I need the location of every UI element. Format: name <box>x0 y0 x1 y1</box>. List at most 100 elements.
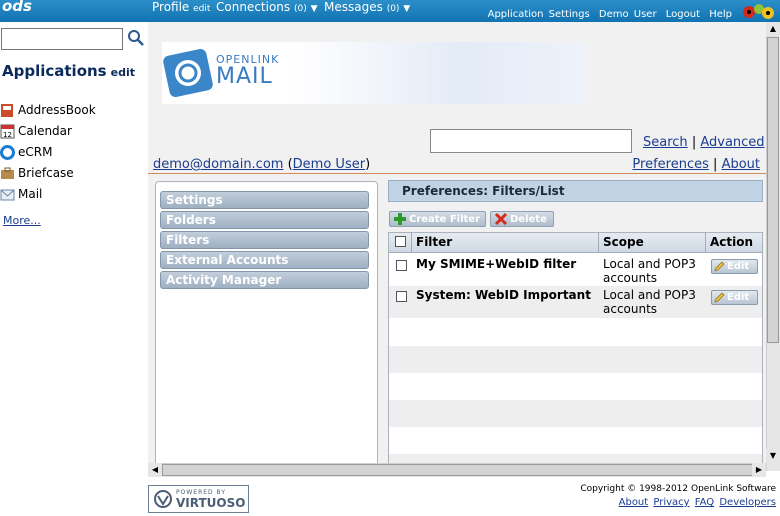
table-row[interactable]: My SMIME+WebID filter Local and POP3 acc… <box>389 254 762 286</box>
edit-button[interactable]: Edit <box>711 290 758 305</box>
footer-links: About Privacy FAQ Developers <box>619 497 776 508</box>
table-row[interactable]: System: WebID Important Local and POP3 a… <box>389 286 762 318</box>
filters-table: Filter Scope Action My SMIME+WebID filte… <box>388 232 763 463</box>
row-checkbox[interactable] <box>396 291 407 302</box>
top-bar: ods Profile edit Connections (0) ▼ Messa… <box>0 0 780 22</box>
scroll-up-arrow-icon[interactable]: ▲ <box>766 22 780 36</box>
filter-name[interactable]: System: WebID Important <box>416 288 591 302</box>
app-search-input[interactable] <box>1 28 123 50</box>
footer-faq-link[interactable]: FAQ <box>695 497 714 508</box>
column-header-scope[interactable]: Scope <box>599 233 706 253</box>
panel-title: Preferences: Filters/List <box>388 180 763 202</box>
app-item-mail[interactable]: Mail <box>0 186 42 202</box>
application-settings-link[interactable]: Application Settings <box>488 9 590 20</box>
select-all-checkbox[interactable] <box>395 236 406 247</box>
paren-close: ) <box>365 157 371 172</box>
footer-developers-link[interactable]: Developers <box>719 497 776 508</box>
nav-activity-manager[interactable]: Activity Manager <box>160 271 369 289</box>
chevron-down-icon[interactable]: ▼ <box>311 4 318 14</box>
about-link[interactable]: About <box>722 157 760 172</box>
user-email-link[interactable]: demo@domain.com <box>153 157 283 172</box>
delete-x-icon <box>494 212 508 226</box>
create-filter-label: Create Filter <box>409 213 481 225</box>
main-content: OPENLINK MAIL Search | Advanced demo@dom… <box>148 22 766 463</box>
copyright: Copyright © 1998-2012 OpenLink Software <box>580 484 776 494</box>
edit-label: Edit <box>727 292 750 303</box>
scroll-left-arrow-icon[interactable]: ◀ <box>148 463 162 477</box>
bug-icon[interactable] <box>739 0 777 22</box>
delete-button[interactable]: Delete <box>490 211 554 227</box>
empty-row <box>389 346 762 373</box>
ecrm-icon <box>0 144 15 160</box>
app-item-calendar[interactable]: 12 Calendar <box>0 123 72 139</box>
profile-label[interactable]: Profile <box>152 0 189 14</box>
app-item-briefcase[interactable]: Briefcase <box>0 165 74 181</box>
nav-filters[interactable]: Filters <box>160 231 369 249</box>
footer: POWERED BY VIRTUOSO Copyright © 1998-201… <box>148 477 780 516</box>
advanced-search-link[interactable]: Advanced <box>700 135 764 150</box>
demo-user-link[interactable]: Demo User <box>599 9 657 20</box>
row-checkbox[interactable] <box>396 260 407 271</box>
more-apps-link[interactable]: More... <box>3 214 41 227</box>
user-line: demo@domain.com (Demo User) <box>153 157 370 172</box>
app-label[interactable]: AddressBook <box>18 103 96 117</box>
empty-row <box>389 400 762 427</box>
virtuoso-logo-icon <box>154 490 172 508</box>
column-header-action: Action <box>710 235 754 249</box>
table-header: Filter Scope Action <box>389 233 762 253</box>
nav-folders[interactable]: Folders <box>160 211 369 229</box>
empty-row <box>389 427 762 454</box>
vertical-scroll-thumb[interactable] <box>767 37 779 343</box>
top-links: Application Settings Demo User Logout He… <box>484 9 732 20</box>
search-link[interactable]: Search <box>643 135 688 150</box>
virtuoso-text: POWERED BY VIRTUOSO <box>176 489 245 510</box>
app-label[interactable]: eCRM <box>18 145 52 159</box>
chevron-down-icon[interactable]: ▼ <box>403 4 410 14</box>
app-label[interactable]: Mail <box>18 187 42 201</box>
applications-title: Applications <box>2 62 107 80</box>
scroll-down-arrow-icon[interactable]: ▼ <box>766 449 780 463</box>
profile-edit-link[interactable]: edit <box>193 4 210 14</box>
virtuoso-wordmark: VIRTUOSO <box>176 495 246 510</box>
connections-count: (0) <box>293 4 307 14</box>
applications-heading: Applications edit <box>2 62 135 80</box>
ods-logo[interactable]: ods <box>2 0 32 15</box>
profile-menu[interactable]: Profile edit <box>152 0 210 14</box>
horizontal-scroll-thumb[interactable] <box>162 464 754 476</box>
pencil-icon <box>714 292 725 303</box>
connections-label[interactable]: Connections <box>216 0 290 14</box>
nav-external-accounts[interactable]: External Accounts <box>160 251 369 269</box>
preference-links: Preferences | About <box>632 157 760 172</box>
applications-edit-link[interactable]: edit <box>111 66 135 79</box>
edit-button[interactable]: Edit <box>711 259 758 274</box>
logout-link[interactable]: Logout <box>666 9 700 20</box>
addressbook-icon <box>1 103 13 117</box>
column-header-filter[interactable]: Filter <box>412 233 599 253</box>
empty-row <box>389 318 762 346</box>
footer-about-link[interactable]: About <box>619 497 649 508</box>
mail-search-input[interactable] <box>430 129 632 153</box>
app-item-addressbook[interactable]: AddressBook <box>0 102 96 118</box>
nav-settings[interactable]: Settings <box>160 191 369 209</box>
scroll-right-arrow-icon[interactable]: ▶ <box>752 463 766 477</box>
preferences-link[interactable]: Preferences <box>632 157 708 172</box>
app-item-ecrm[interactable]: eCRM <box>0 144 52 160</box>
messages-label[interactable]: Messages <box>324 0 383 14</box>
messages-menu[interactable]: Messages (0) ▼ <box>324 0 410 14</box>
user-name-link[interactable]: Demo User <box>293 157 365 172</box>
connections-menu[interactable]: Connections (0) ▼ <box>216 0 317 14</box>
filter-scope-line2: accounts <box>603 271 658 285</box>
virtuoso-badge[interactable]: POWERED BY VIRTUOSO <box>148 485 249 513</box>
search-icon[interactable] <box>127 29 145 47</box>
footer-privacy-link[interactable]: Privacy <box>653 497 689 508</box>
app-label[interactable]: Calendar <box>18 124 72 138</box>
header-divider <box>148 173 766 174</box>
app-label[interactable]: Briefcase <box>18 166 74 180</box>
filter-scope-line2: accounts <box>603 302 658 316</box>
filter-name[interactable]: My SMIME+WebID filter <box>416 257 576 271</box>
create-filter-button[interactable]: Create Filter <box>389 211 486 227</box>
help-link[interactable]: Help <box>709 9 732 20</box>
messages-count: (0) <box>386 4 400 14</box>
plus-icon <box>394 213 406 225</box>
mail-banner: OPENLINK MAIL <box>162 42 588 104</box>
